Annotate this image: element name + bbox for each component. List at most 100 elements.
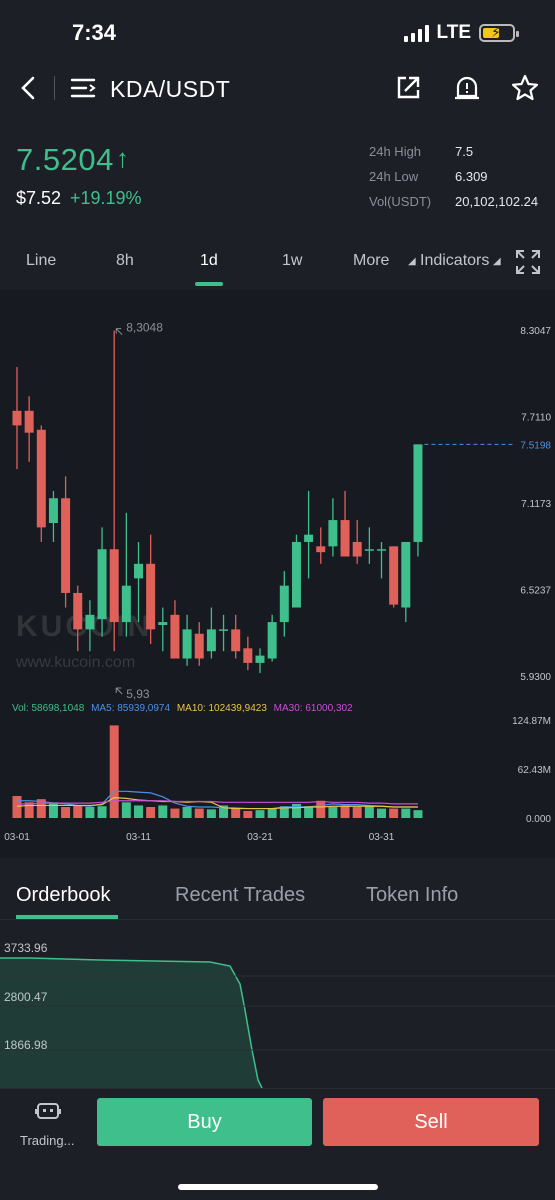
- low-marker-arrow: [115, 687, 123, 695]
- price-change-percent: +19.19%: [70, 188, 142, 208]
- volume-bar: [170, 808, 180, 818]
- volume-ma30-line: [17, 800, 418, 805]
- volume-bar: [377, 808, 386, 818]
- candle-body: [36, 429, 46, 528]
- low-marker-label: 5,93: [126, 687, 150, 701]
- candle-body: [194, 633, 204, 659]
- battery-icon: ⚡: [479, 24, 519, 42]
- volume-bar: [12, 796, 22, 818]
- tab-line[interactable]: Line: [26, 252, 56, 270]
- volume-legend: Vol: 58698,1048 MA5: 85939,0974 MA10: 10…: [12, 703, 353, 714]
- volume-bar: [24, 802, 34, 818]
- price-axis-label: 8.3047: [520, 326, 551, 337]
- candle-body: [328, 520, 338, 547]
- trading-bot-icon[interactable]: [35, 1099, 61, 1130]
- price-axis-label: 7.1173: [521, 499, 551, 510]
- tab-more[interactable]: More: [353, 252, 389, 270]
- fullscreen-icon[interactable]: [515, 249, 541, 280]
- candle-body: [340, 520, 350, 557]
- stat-label-volume: Vol(USDT): [369, 194, 432, 209]
- orderbook-tab-indicator: [16, 915, 118, 919]
- price-up-arrow-icon: ↑: [116, 143, 129, 173]
- candle-body: [219, 629, 229, 631]
- price-axis-label: 6.5237: [520, 585, 551, 596]
- volume-bar: [158, 805, 168, 818]
- menu-icon[interactable]: [70, 76, 96, 105]
- price-usd: $7.52: [16, 188, 62, 208]
- trading-pair-title[interactable]: KDA/USDT: [110, 76, 230, 103]
- price-alert-icon[interactable]: [453, 74, 481, 107]
- status-time: 7:34: [72, 20, 117, 45]
- tab-1w[interactable]: 1w: [282, 252, 302, 270]
- volume-axis-label: 0.000: [526, 814, 551, 825]
- home-indicator[interactable]: [178, 1184, 378, 1190]
- candlestick-chart[interactable]: 8.3047 7.7110 7.1173 6.5237 5.9300 124.87M 62…: [0, 290, 555, 858]
- candle-body: [134, 563, 143, 579]
- tab-recent-trades[interactable]: Recent Trades: [175, 884, 305, 907]
- share-icon[interactable]: [394, 74, 422, 107]
- candle-body: [304, 534, 314, 542]
- x-axis-tick-label: 03-31: [369, 832, 395, 843]
- volume-bar: [146, 807, 156, 818]
- candle-body: [24, 410, 34, 433]
- candle-body: [291, 541, 301, 608]
- candle-body: [97, 549, 107, 620]
- last-price-label: 7.5198: [520, 440, 551, 451]
- volume-bar: [194, 808, 204, 818]
- price-axis-label: 7.7110: [521, 413, 551, 424]
- candle-body: [231, 629, 241, 652]
- candle-body: [146, 563, 156, 630]
- candle-body: [413, 444, 423, 542]
- depth-axis-label: 2800.47: [4, 990, 48, 1004]
- nav-divider: [54, 76, 55, 100]
- candle-body: [279, 585, 289, 623]
- candle-body: [48, 498, 58, 524]
- candle-body: [121, 585, 131, 623]
- trading-label[interactable]: Trading...: [20, 1133, 74, 1148]
- volume-bar: [85, 807, 95, 818]
- depth-axis-label: 1866.98: [4, 1038, 48, 1052]
- volume-bar: [389, 808, 399, 818]
- legend-vol: Vol: 58698,1048: [12, 703, 85, 714]
- volume-bar: [134, 805, 143, 818]
- candle-body: [255, 655, 265, 663]
- candle-body: [61, 498, 71, 593]
- tab-8h[interactable]: 8h: [116, 252, 134, 270]
- tab-token-info[interactable]: Token Info: [366, 884, 458, 907]
- stat-value-low: 6.309: [455, 169, 488, 184]
- volume-bar: [328, 807, 338, 818]
- back-icon[interactable]: [16, 72, 40, 109]
- candle-body: [158, 622, 168, 626]
- high-marker-label: 8,3048: [126, 321, 163, 335]
- buy-button[interactable]: Buy: [97, 1098, 312, 1146]
- volume-bar: [401, 808, 411, 818]
- volume-bar: [243, 810, 253, 818]
- status-indicators: LTE ⚡: [403, 22, 519, 44]
- tab-orderbook[interactable]: Orderbook: [16, 884, 111, 907]
- volume-bar: [316, 800, 326, 818]
- volume-bar: [352, 807, 362, 818]
- x-axis-tick-label: 03-11: [126, 832, 151, 843]
- candle-body: [401, 541, 411, 608]
- candle-body: [364, 549, 374, 551]
- volume-bar: [291, 803, 301, 818]
- active-tab-indicator: [195, 282, 223, 286]
- sell-button[interactable]: Sell: [323, 1098, 539, 1146]
- tab-1d[interactable]: 1d: [200, 252, 218, 270]
- timeframe-tabs: Line 8h 1d 1w More ◢ Indicators ◢: [0, 240, 555, 288]
- tab-indicators[interactable]: Indicators: [420, 252, 489, 270]
- legend-ma30: MA30: 61000,302: [273, 703, 353, 714]
- depth-chart[interactable]: [0, 920, 555, 1088]
- candle-body: [206, 629, 216, 652]
- stat-value-high: 7.5: [455, 144, 474, 159]
- price-axis-label: 5.9300: [520, 672, 551, 683]
- stat-value-volume: 20,102,102.24: [455, 194, 539, 209]
- stat-label-high: 24h High: [369, 144, 422, 159]
- volume-bar: [364, 805, 374, 818]
- volume-axis-label: 124.87M: [512, 716, 551, 727]
- star-icon[interactable]: [510, 73, 540, 108]
- volume-bar: [255, 810, 265, 818]
- legend-ma5: MA5: 85939,0974: [91, 703, 171, 714]
- candle-body: [243, 648, 253, 663]
- volume-bar: [304, 806, 314, 818]
